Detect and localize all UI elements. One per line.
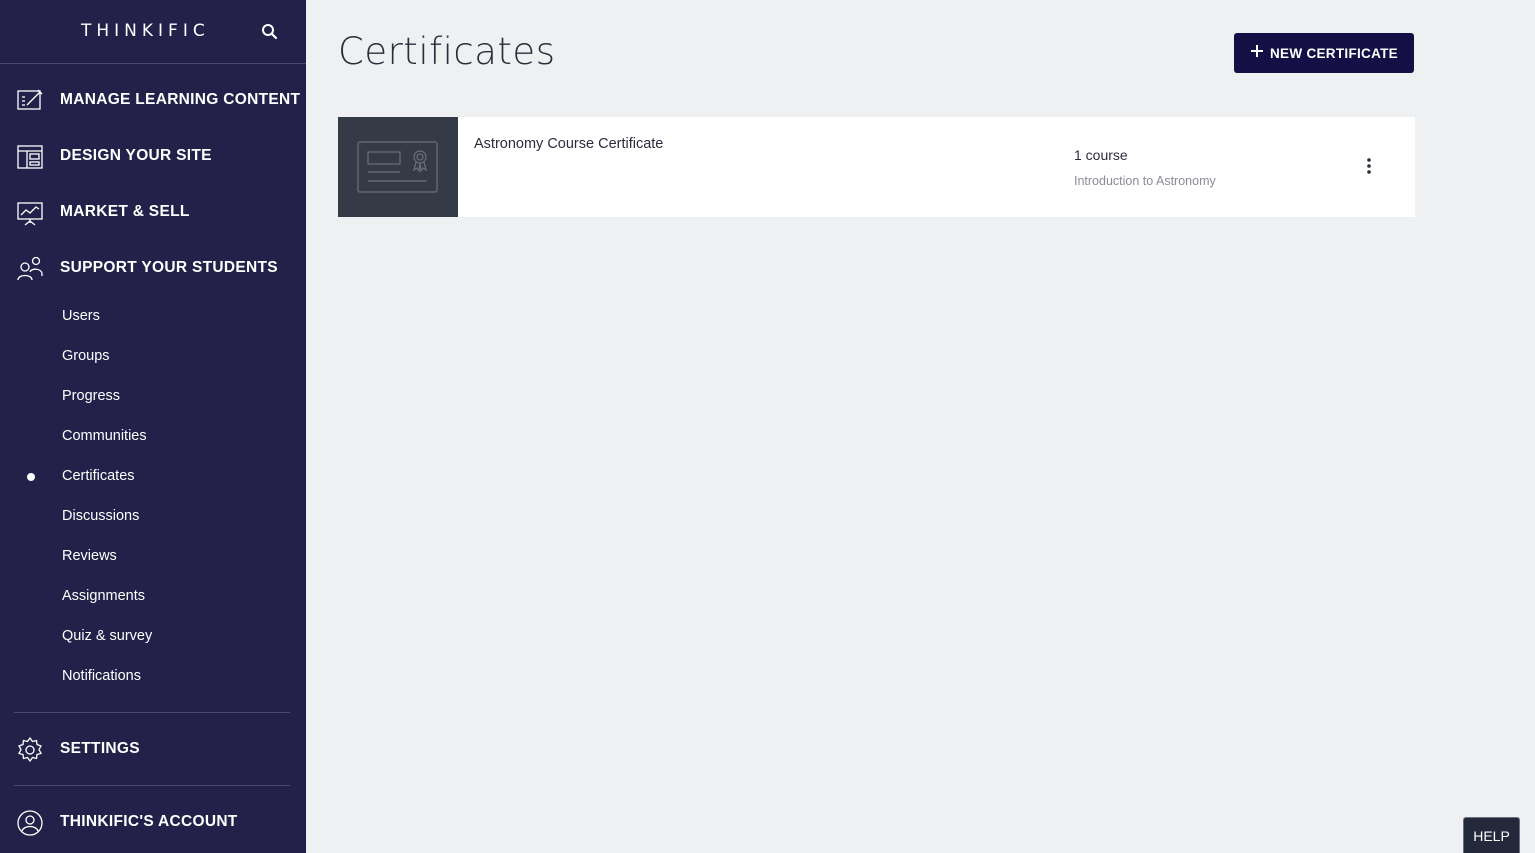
sidebar-item-users[interactable]: Users bbox=[0, 300, 306, 332]
sidebar-item-label: Notifications bbox=[62, 668, 141, 684]
sidebar-item-label: Discussions bbox=[62, 508, 140, 524]
nav-label: THINKIFIC'S ACCOUNT bbox=[60, 813, 238, 830]
nav-label: SUPPORT YOUR STUDENTS bbox=[60, 259, 278, 276]
sidebar-item-label: Reviews bbox=[62, 548, 117, 564]
sidebar-item-label: Groups bbox=[62, 348, 110, 364]
sidebar-item-label: Users bbox=[62, 308, 100, 324]
sidebar-divider bbox=[14, 785, 290, 786]
nav-manage-learning-content[interactable]: MANAGE LEARNING CONTENT bbox=[0, 80, 306, 120]
help-button[interactable]: HELP bbox=[1463, 817, 1520, 853]
sidebar-divider bbox=[14, 712, 290, 713]
sidebar-item-groups[interactable]: Groups bbox=[0, 340, 306, 372]
edit-document-icon bbox=[16, 87, 44, 115]
sidebar-item-certificates[interactable]: Certificates bbox=[0, 460, 306, 492]
plus-icon bbox=[1250, 42, 1264, 62]
certificate-course-count: 1 course bbox=[1074, 147, 1128, 163]
sidebar-item-label: Certificates bbox=[62, 468, 135, 484]
sidebar-item-progress[interactable]: Progress bbox=[0, 380, 306, 412]
layout-icon bbox=[16, 143, 44, 171]
nav-label: MANAGE LEARNING CONTENT bbox=[60, 91, 301, 108]
gear-icon bbox=[16, 736, 44, 764]
sidebar-item-label: Assignments bbox=[62, 588, 146, 604]
nav-label: SETTINGS bbox=[60, 740, 140, 757]
sidebar-item-label: Communities bbox=[62, 428, 147, 444]
search-icon[interactable] bbox=[260, 22, 280, 42]
nav-label: MARKET & SELL bbox=[60, 203, 190, 220]
page-title: Certificates bbox=[338, 30, 556, 73]
nav-label: DESIGN YOUR SITE bbox=[60, 147, 212, 164]
user-circle-icon bbox=[16, 809, 44, 837]
nav-settings[interactable]: SETTINGS bbox=[0, 729, 306, 769]
sidebar-item-quiz-survey[interactable]: Quiz & survey bbox=[0, 620, 306, 652]
nav-design-your-site[interactable]: DESIGN YOUR SITE bbox=[0, 136, 306, 176]
active-indicator-dot bbox=[27, 473, 35, 481]
new-certificate-label: NEW CERTIFICATE bbox=[1270, 45, 1398, 61]
sidebar-item-assignments[interactable]: Assignments bbox=[0, 580, 306, 612]
sidebar-item-notifications[interactable]: Notifications bbox=[0, 660, 306, 692]
sidebar-item-communities[interactable]: Communities bbox=[0, 420, 306, 452]
sidebar-item-label: Quiz & survey bbox=[62, 628, 153, 644]
sidebar: THINKIFIC MANAGE LEARNING CONTENT DESIGN… bbox=[0, 0, 306, 853]
brand-row: THINKIFIC bbox=[0, 0, 306, 64]
certificate-thumbnail bbox=[338, 117, 458, 217]
sidebar-item-reviews[interactable]: Reviews bbox=[0, 540, 306, 572]
nav-account[interactable]: THINKIFIC'S ACCOUNT bbox=[0, 802, 306, 842]
certificate-card[interactable]: Astronomy Course Certificate 1 course In… bbox=[338, 117, 1415, 217]
sidebar-item-label: Progress bbox=[62, 388, 121, 404]
nav-market-and-sell[interactable]: MARKET & SELL bbox=[0, 192, 306, 232]
certificate-name[interactable]: Astronomy Course Certificate bbox=[474, 136, 663, 152]
more-vertical-icon[interactable] bbox=[1358, 155, 1380, 177]
sidebar-item-discussions[interactable]: Discussions bbox=[0, 500, 306, 532]
thinkific-logo[interactable]: THINKIFIC bbox=[81, 21, 210, 41]
users-icon bbox=[16, 255, 44, 283]
nav-support-your-students[interactable]: SUPPORT YOUR STUDENTS bbox=[0, 248, 306, 288]
new-certificate-button[interactable]: NEW CERTIFICATE bbox=[1234, 33, 1414, 73]
chart-presentation-icon bbox=[16, 199, 44, 227]
certificate-course-name: Introduction to Astronomy bbox=[1074, 174, 1216, 188]
